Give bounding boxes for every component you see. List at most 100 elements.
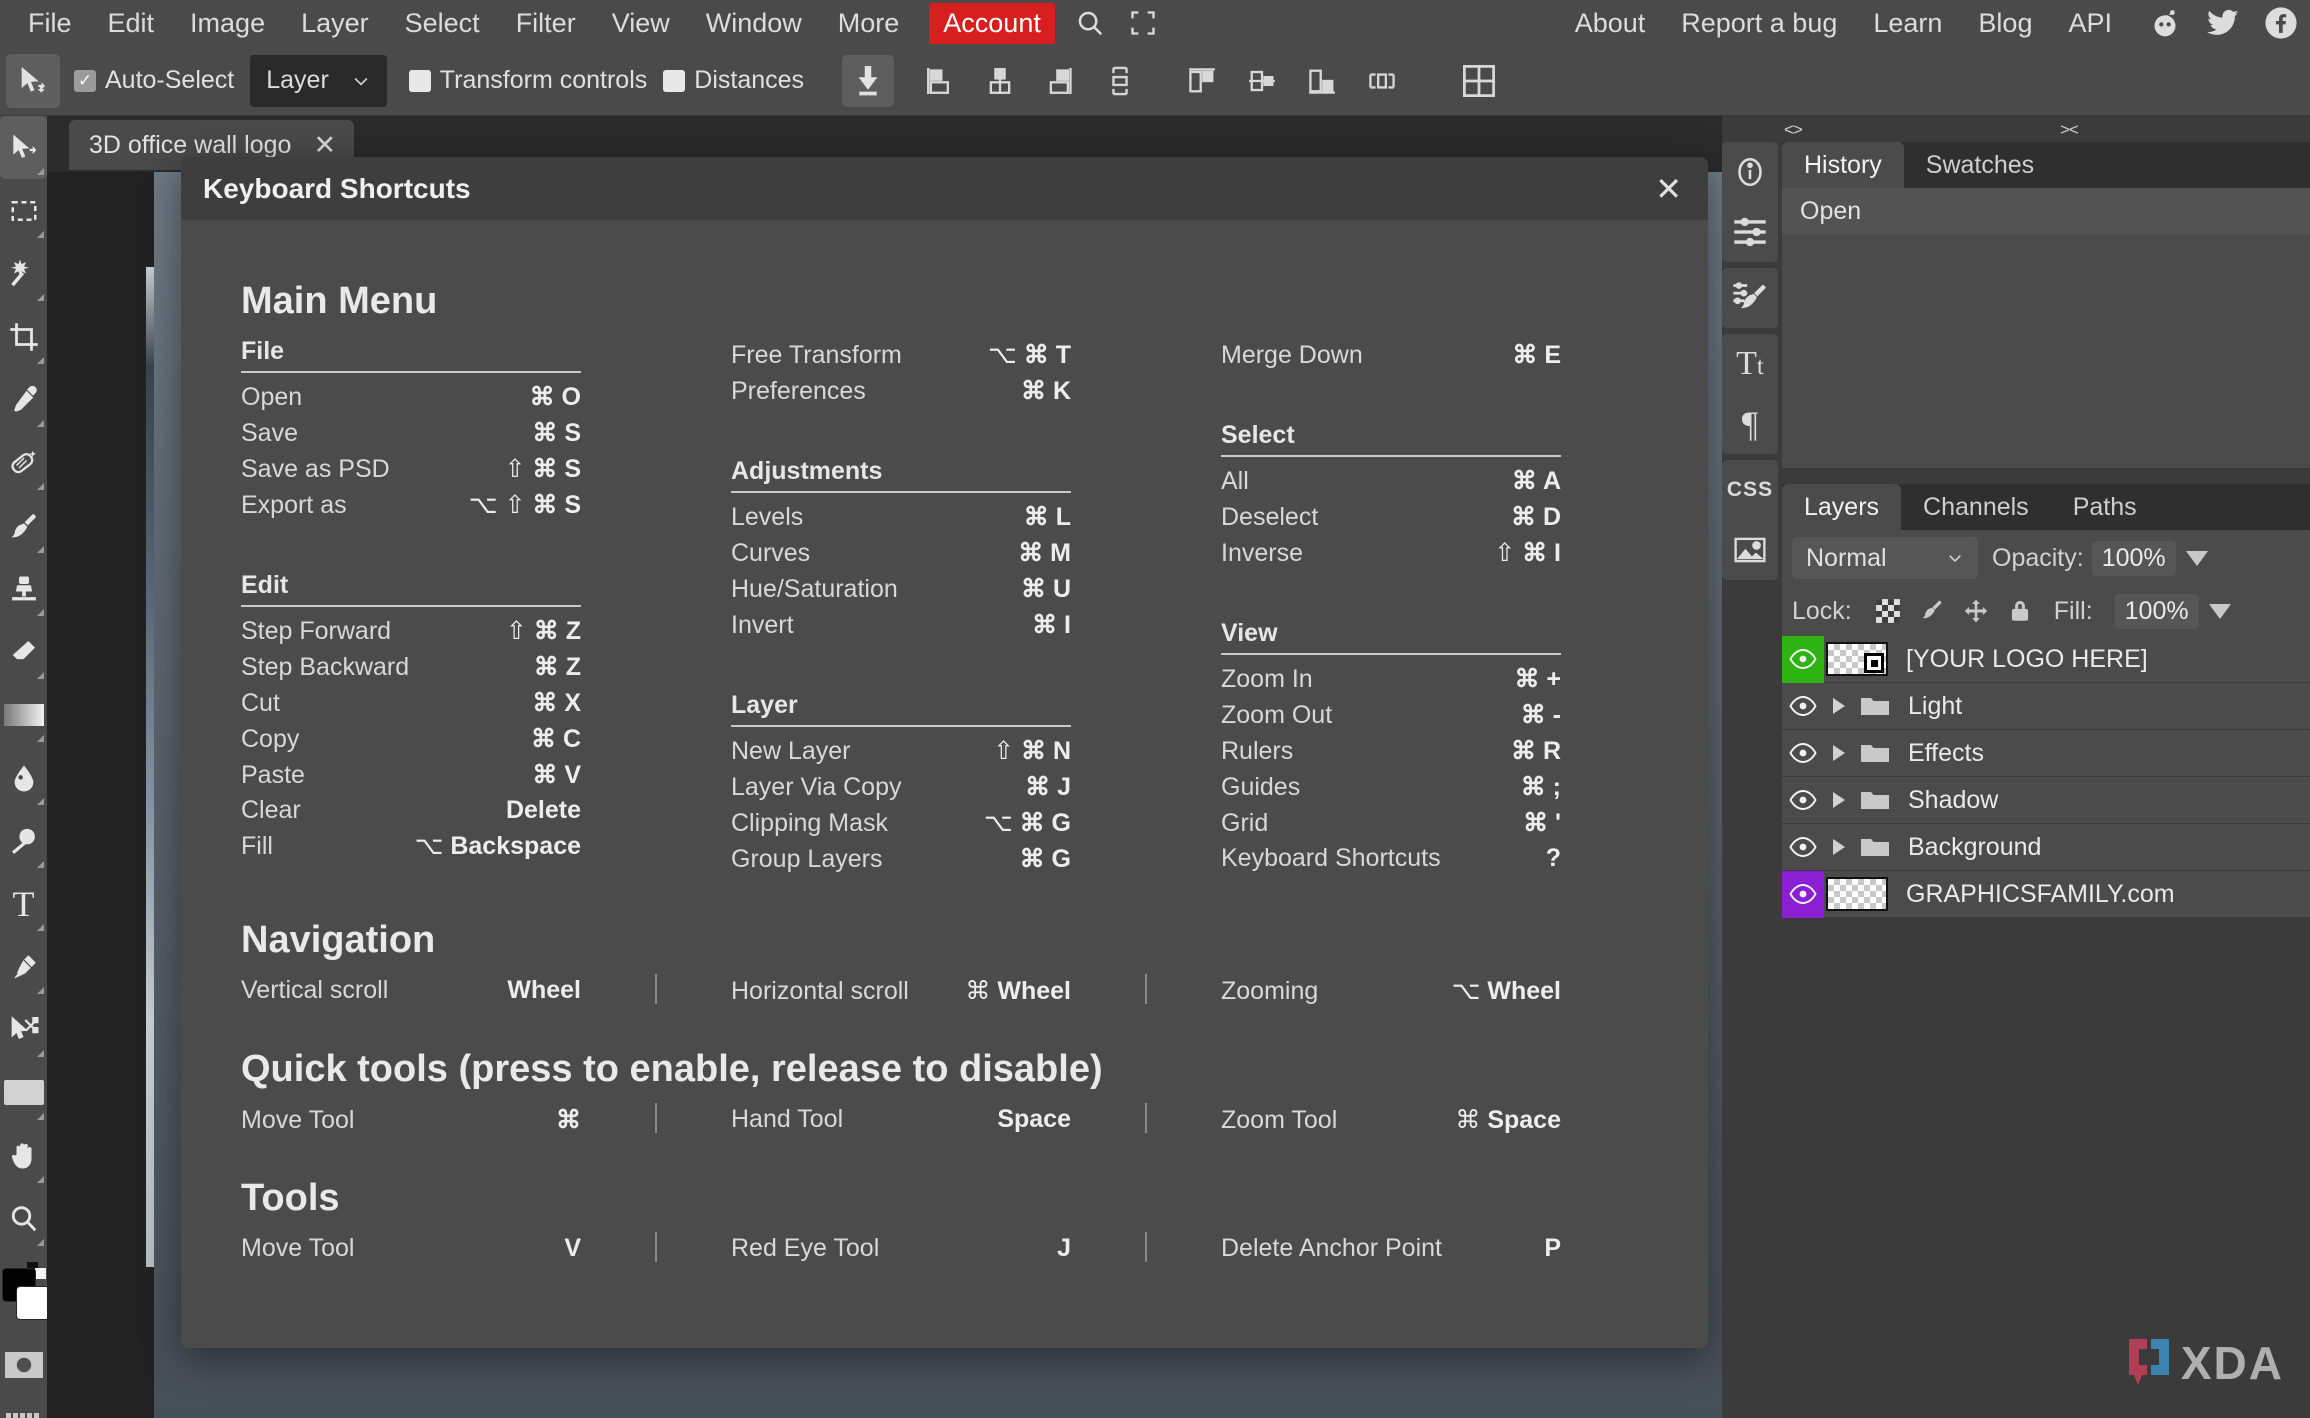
layer-row[interactable]: Background (1782, 824, 2310, 871)
distances-checkbox[interactable]: Distances (663, 66, 804, 95)
rectangle-shape-tool-icon[interactable] (0, 1061, 47, 1124)
adjustments-icon[interactable] (1722, 202, 1778, 262)
type-tool-icon[interactable]: T (0, 872, 47, 935)
menu-item-view[interactable]: View (594, 6, 688, 41)
chevron-right-icon[interactable] (1824, 696, 1854, 716)
facebook-icon[interactable] (2252, 6, 2310, 40)
layer-row[interactable]: Light (1782, 683, 2310, 730)
menu-link-learn[interactable]: Learn (1855, 6, 1960, 41)
rectangular-marquee-tool-icon[interactable] (0, 179, 47, 242)
menu-item-filter[interactable]: Filter (498, 6, 594, 41)
menu-item-file[interactable]: File (10, 6, 90, 41)
menu-link-report-a-bug[interactable]: Report a bug (1663, 6, 1855, 41)
css-icon[interactable]: CSS (1722, 460, 1778, 520)
pen-tool-icon[interactable] (0, 935, 47, 998)
transform-controls-checkbox-box[interactable] (408, 69, 431, 92)
eye-icon[interactable] (1782, 683, 1824, 730)
menu-item-window[interactable]: Window (688, 6, 820, 41)
brush-tool-icon[interactable] (0, 494, 47, 557)
layer-row[interactable]: Effects (1782, 730, 2310, 777)
transform-controls-checkbox[interactable]: Transform controls (408, 66, 647, 95)
zoom-tool-icon[interactable] (0, 1187, 47, 1250)
auto-select-checkbox-box[interactable]: ✓ (74, 69, 96, 92)
fill-slider-arrow-icon[interactable] (2208, 603, 2231, 619)
menu-link-about[interactable]: About (1557, 6, 1664, 41)
chevron-right-icon[interactable] (1824, 837, 1854, 857)
grid-arrange-icon[interactable] (1456, 58, 1502, 104)
eye-icon[interactable] (1782, 635, 1824, 683)
magic-wand-tool-icon[interactable] (0, 242, 47, 305)
twitter-icon[interactable] (2194, 6, 2252, 40)
eye-icon[interactable] (1782, 777, 1824, 824)
align-top-icon[interactable] (1179, 58, 1225, 104)
dodge-tool-icon[interactable] (0, 809, 47, 872)
tab-channels[interactable]: Channels (1901, 484, 2051, 530)
layer-thumbnail[interactable] (1826, 642, 1888, 676)
menu-item-select[interactable]: Select (387, 6, 498, 41)
layer-row[interactable]: GRAPHICSFAMILY.com (1782, 870, 2310, 918)
opacity-slider-arrow-icon[interactable] (2185, 550, 2208, 566)
collapse-left-icon[interactable]: <> (1784, 120, 1803, 140)
hand-tool-icon[interactable] (0, 1124, 47, 1187)
align-middle-vertical-icon[interactable] (1239, 58, 1285, 104)
eyedropper-tool-icon[interactable] (0, 368, 47, 431)
menu-link-api[interactable]: API (2050, 6, 2130, 41)
tab-swatches[interactable]: Swatches (1904, 142, 2056, 188)
reddit-icon[interactable] (2136, 6, 2194, 40)
fill-value[interactable]: 100% (2114, 593, 2199, 629)
lock-image-icon[interactable] (1919, 598, 1945, 624)
menu-item-account[interactable]: Account (929, 2, 1055, 44)
tab-history[interactable]: History (1782, 142, 1904, 188)
lock-transparency-icon[interactable] (1875, 598, 1901, 624)
move-tool-icon[interactable] (0, 116, 47, 179)
clone-stamp-tool-icon[interactable] (0, 557, 47, 620)
info-icon[interactable] (1722, 142, 1778, 202)
download-icon[interactable] (842, 54, 895, 107)
blend-mode-dropdown[interactable]: Normal (1792, 537, 1978, 579)
distribute-vertical-icon[interactable] (1097, 58, 1143, 104)
layer-row[interactable]: [YOUR LOGO HERE] (1782, 635, 2310, 683)
close-icon[interactable]: ✕ (1655, 173, 1682, 205)
eye-icon[interactable] (1782, 824, 1824, 871)
chevron-right-icon[interactable] (1824, 790, 1854, 810)
move-tool-icon[interactable] (6, 53, 60, 108)
search-icon[interactable] (1063, 8, 1117, 38)
tab-layers[interactable]: Layers (1782, 484, 1902, 530)
align-right-icon[interactable] (1037, 58, 1083, 104)
keyboard-icon[interactable] (0, 1394, 47, 1418)
close-icon[interactable]: ✕ (313, 131, 336, 159)
eye-icon[interactable] (1782, 730, 1824, 777)
auto-select-scope-dropdown[interactable]: Layer (250, 54, 387, 107)
brush-settings-icon[interactable] (1722, 268, 1778, 328)
tab-paths[interactable]: Paths (2051, 484, 2159, 530)
quick-mask-icon[interactable] (0, 1336, 47, 1394)
distribute-horizontal-icon[interactable] (1359, 58, 1405, 104)
menu-item-more[interactable]: More (820, 6, 918, 41)
path-selection-tool-icon[interactable] (0, 998, 47, 1061)
fullscreen-icon[interactable] (1117, 9, 1169, 37)
eye-icon[interactable] (1782, 870, 1824, 918)
paragraph-icon[interactable]: ¶ (1722, 394, 1778, 454)
layer-thumbnail[interactable] (1826, 877, 1888, 911)
menu-item-image[interactable]: Image (172, 6, 283, 41)
gradient-tool-icon[interactable] (0, 683, 47, 746)
chevron-right-icon[interactable] (1824, 743, 1854, 763)
lock-all-icon[interactable] (2007, 598, 2033, 624)
history-item[interactable]: Open (1782, 188, 2310, 234)
character-icon[interactable]: Tt (1722, 334, 1778, 394)
color-swatches[interactable] (0, 1260, 50, 1336)
layer-row[interactable]: Shadow (1782, 777, 2310, 824)
collapse-right-icon[interactable]: >< (2060, 120, 2079, 140)
auto-select-checkbox[interactable]: ✓ Auto-Select (74, 66, 234, 95)
eraser-tool-icon[interactable] (0, 620, 47, 683)
lock-position-icon[interactable] (1963, 598, 1989, 624)
align-left-icon[interactable] (917, 58, 963, 104)
menu-item-layer[interactable]: Layer (283, 6, 387, 41)
align-bottom-icon[interactable] (1299, 58, 1345, 104)
menu-link-blog[interactable]: Blog (1960, 6, 2050, 41)
blur-tool-icon[interactable] (0, 746, 47, 809)
opacity-value[interactable]: 100% (2091, 540, 2176, 576)
menu-item-edit[interactable]: Edit (90, 6, 173, 41)
healing-brush-tool-icon[interactable] (0, 431, 47, 494)
distances-checkbox-box[interactable] (663, 69, 686, 92)
